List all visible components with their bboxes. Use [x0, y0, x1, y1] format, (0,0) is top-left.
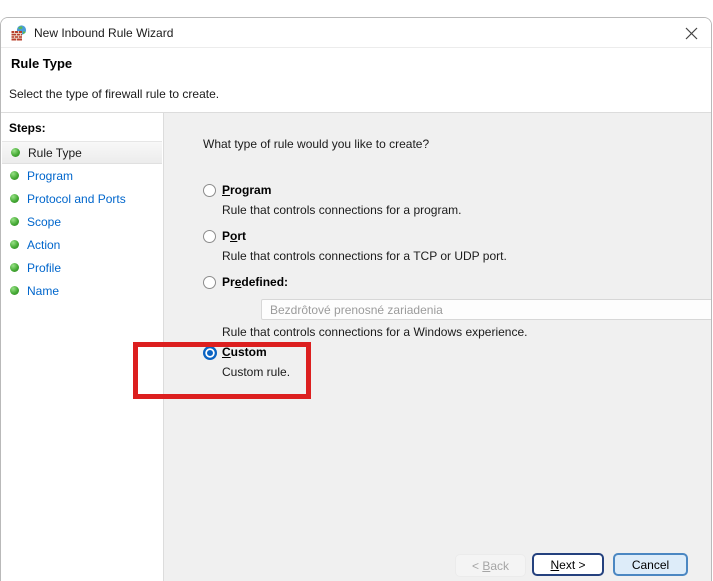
radio-program-label[interactable]: Program [222, 183, 271, 197]
wizard-page-header: Rule Type Select the type of firewall ru… [1, 48, 711, 111]
radio-custom[interactable] [203, 346, 217, 360]
radio-custom-label[interactable]: Custom [222, 345, 267, 359]
step-bullet-icon [10, 194, 19, 203]
cancel-button[interactable]: Cancel [613, 553, 688, 576]
main-content: What type of rule would you like to crea… [164, 112, 711, 581]
step-bullet-icon [10, 240, 19, 249]
next-button[interactable]: Next > [532, 553, 604, 576]
back-button: < Back [455, 554, 526, 577]
new-inbound-rule-wizard-dialog: New Inbound Rule Wizard Rule Type Select… [0, 17, 712, 581]
radio-predefined-description: Rule that controls connections for a Win… [222, 325, 528, 339]
wizard-body: Steps: Rule Type Program Protocol and Po… [1, 112, 711, 581]
radio-predefined[interactable] [203, 276, 216, 289]
question-text: What type of rule would you like to crea… [203, 137, 429, 151]
firewall-icon [11, 25, 27, 41]
window-title: New Inbound Rule Wizard [34, 26, 173, 40]
radio-port-description: Rule that controls connections for a TCP… [222, 249, 507, 263]
page-subtitle: Select the type of firewall rule to crea… [9, 87, 219, 101]
predefined-rule-dropdown: Bezdrôtové prenosné zariadenia [261, 299, 712, 320]
step-bullet-icon [10, 286, 19, 295]
step-item-protocol-and-ports[interactable]: Protocol and Ports [1, 187, 163, 210]
radio-predefined-label[interactable]: Predefined: [222, 275, 288, 289]
radio-program-description: Rule that controls connections for a pro… [222, 203, 461, 217]
step-item-profile[interactable]: Profile [1, 256, 163, 279]
step-item-program[interactable]: Program [1, 164, 163, 187]
steps-heading: Steps: [1, 113, 163, 141]
predefined-rule-dropdown-value: Bezdrôtové prenosné zariadenia [270, 303, 443, 317]
step-bullet-icon [10, 217, 19, 226]
step-bullet-icon [11, 148, 20, 157]
close-icon [685, 27, 698, 40]
screenshot-stage: New Inbound Rule Wizard Rule Type Select… [0, 0, 713, 581]
radio-program[interactable] [203, 184, 216, 197]
step-item-scope[interactable]: Scope [1, 210, 163, 233]
steps-panel: Steps: Rule Type Program Protocol and Po… [1, 112, 164, 581]
step-item-action[interactable]: Action [1, 233, 163, 256]
radio-port[interactable] [203, 230, 216, 243]
radio-port-label[interactable]: Port [222, 229, 246, 243]
step-bullet-icon [10, 263, 19, 272]
title-bar: New Inbound Rule Wizard [1, 18, 711, 48]
step-item-name[interactable]: Name [1, 279, 163, 302]
step-bullet-icon [10, 171, 19, 180]
page-title: Rule Type [11, 56, 72, 71]
close-button[interactable] [677, 20, 705, 46]
radio-custom-description: Custom rule. [222, 365, 290, 379]
step-item-rule-type[interactable]: Rule Type [2, 141, 162, 164]
